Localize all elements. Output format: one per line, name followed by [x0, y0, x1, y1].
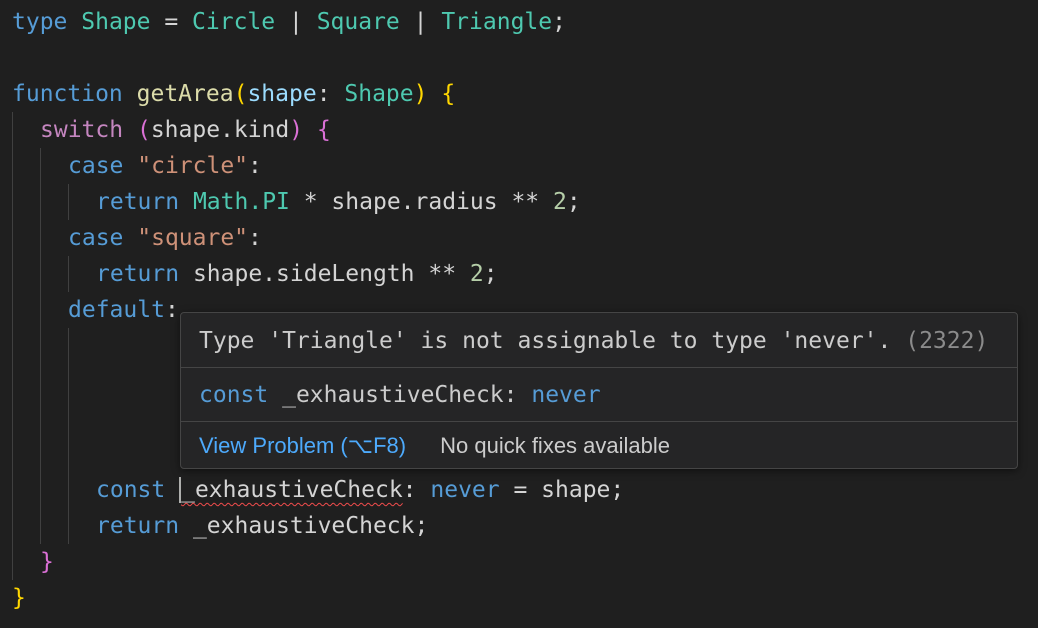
keyword-return: return	[96, 189, 180, 215]
keyword-switch: switch	[40, 117, 124, 143]
indent-guide	[68, 328, 69, 544]
view-problem-link[interactable]: View Problem (⌥F8)	[199, 433, 406, 458]
keyword-type: type	[12, 9, 68, 35]
string-literal: "square"	[137, 225, 249, 251]
code-line-1[interactable]: type Shape = Circle | Square | Triangle;	[12, 4, 566, 40]
type-ref: Square	[316, 9, 400, 35]
paren: )	[289, 117, 304, 143]
signature-type: never	[531, 382, 601, 408]
paren: (	[233, 81, 248, 107]
operator: =	[150, 9, 193, 35]
code-line-15[interactable]: }	[40, 544, 54, 580]
error-message-text: Type 'Triangle' is not assignable to typ…	[199, 328, 892, 354]
error-identifier[interactable]: _exhaustiveCheck	[179, 477, 403, 503]
colon: :	[164, 297, 179, 323]
colon: :	[248, 225, 262, 251]
param-type: Shape	[344, 81, 414, 107]
operator: |	[275, 9, 317, 35]
code-line-3[interactable]: function getArea(shape: Shape) {	[12, 76, 455, 112]
code-line-16[interactable]: }	[12, 580, 26, 616]
type-ref: Circle	[192, 9, 276, 35]
code-line-7[interactable]: case "square":	[68, 220, 262, 256]
type-ref: Triangle	[441, 9, 553, 35]
type-never: never	[430, 477, 500, 503]
code-line-14[interactable]: return _exhaustiveCheck;	[96, 508, 428, 544]
hover-actions: View Problem (⌥F8) No quick fixes availab…	[181, 429, 1017, 463]
code-editor[interactable]: type Shape = Circle | Square | Triangle;…	[0, 0, 1038, 628]
paren: (	[136, 117, 151, 143]
brace: {	[317, 117, 331, 143]
code-line-5[interactable]: case "circle":	[68, 148, 262, 184]
expression: shape.sideLength **	[179, 261, 470, 287]
math-object: Math	[192, 189, 249, 215]
code-line-4[interactable]: switch (shape.kind) {	[40, 112, 331, 148]
indent-guide	[68, 256, 69, 292]
divider	[181, 421, 1017, 422]
error-hover-tooltip: Type 'Triangle' is not assignable to typ…	[180, 312, 1018, 469]
keyword-return: return	[96, 513, 180, 539]
operator: |	[399, 9, 442, 35]
semicolon: ;	[566, 189, 581, 215]
brace: }	[12, 585, 26, 611]
brace: {	[441, 81, 456, 107]
keyword-case: case	[68, 225, 124, 251]
no-quick-fixes-label: No quick fixes available	[440, 433, 671, 458]
brace: }	[40, 549, 54, 575]
colon: :	[248, 153, 262, 179]
indent-guide	[40, 148, 41, 544]
keyword-return: return	[96, 261, 180, 287]
string-literal: "circle"	[137, 153, 249, 179]
type-signature: const _exhaustiveCheck: never	[181, 377, 1017, 413]
keyword-default: default	[68, 297, 165, 323]
signature-colon: :	[503, 382, 532, 408]
code-line-6[interactable]: return Math.PI * shape.radius ** 2;	[96, 184, 581, 220]
signature-name: _exhaustiveCheck	[268, 382, 504, 408]
type-name: Shape	[81, 9, 151, 35]
indent-guide	[12, 112, 13, 580]
number-literal: 2	[553, 189, 567, 215]
expression: _exhaustiveCheck;	[179, 513, 429, 539]
function-name: getArea	[136, 81, 234, 107]
indent-guide	[68, 184, 69, 220]
expression: * shape.radius **	[289, 189, 553, 215]
math-pi: .PI	[248, 189, 290, 215]
expression: = shape;	[499, 477, 625, 503]
error-message: Type 'Triangle' is not assignable to typ…	[181, 323, 1017, 359]
code-line-8[interactable]: return shape.sideLength ** 2;	[96, 256, 498, 292]
keyword-const: const	[96, 477, 166, 503]
paren: )	[413, 81, 428, 107]
code-line-13[interactable]: const _exhaustiveCheck: never = shape;	[96, 472, 624, 508]
number-literal: 2	[469, 261, 484, 287]
divider	[181, 367, 1017, 368]
signature-keyword: const	[199, 382, 269, 408]
semicolon: ;	[552, 9, 566, 35]
expression: shape.kind	[150, 117, 290, 143]
keyword-function: function	[12, 81, 123, 107]
error-code: (2322)	[905, 328, 989, 354]
semicolon: ;	[483, 261, 498, 287]
param-name: shape	[247, 81, 317, 107]
colon: :	[402, 477, 431, 503]
colon: :	[316, 81, 345, 107]
code-line-9[interactable]: default:	[68, 292, 179, 328]
keyword-case: case	[68, 153, 124, 179]
